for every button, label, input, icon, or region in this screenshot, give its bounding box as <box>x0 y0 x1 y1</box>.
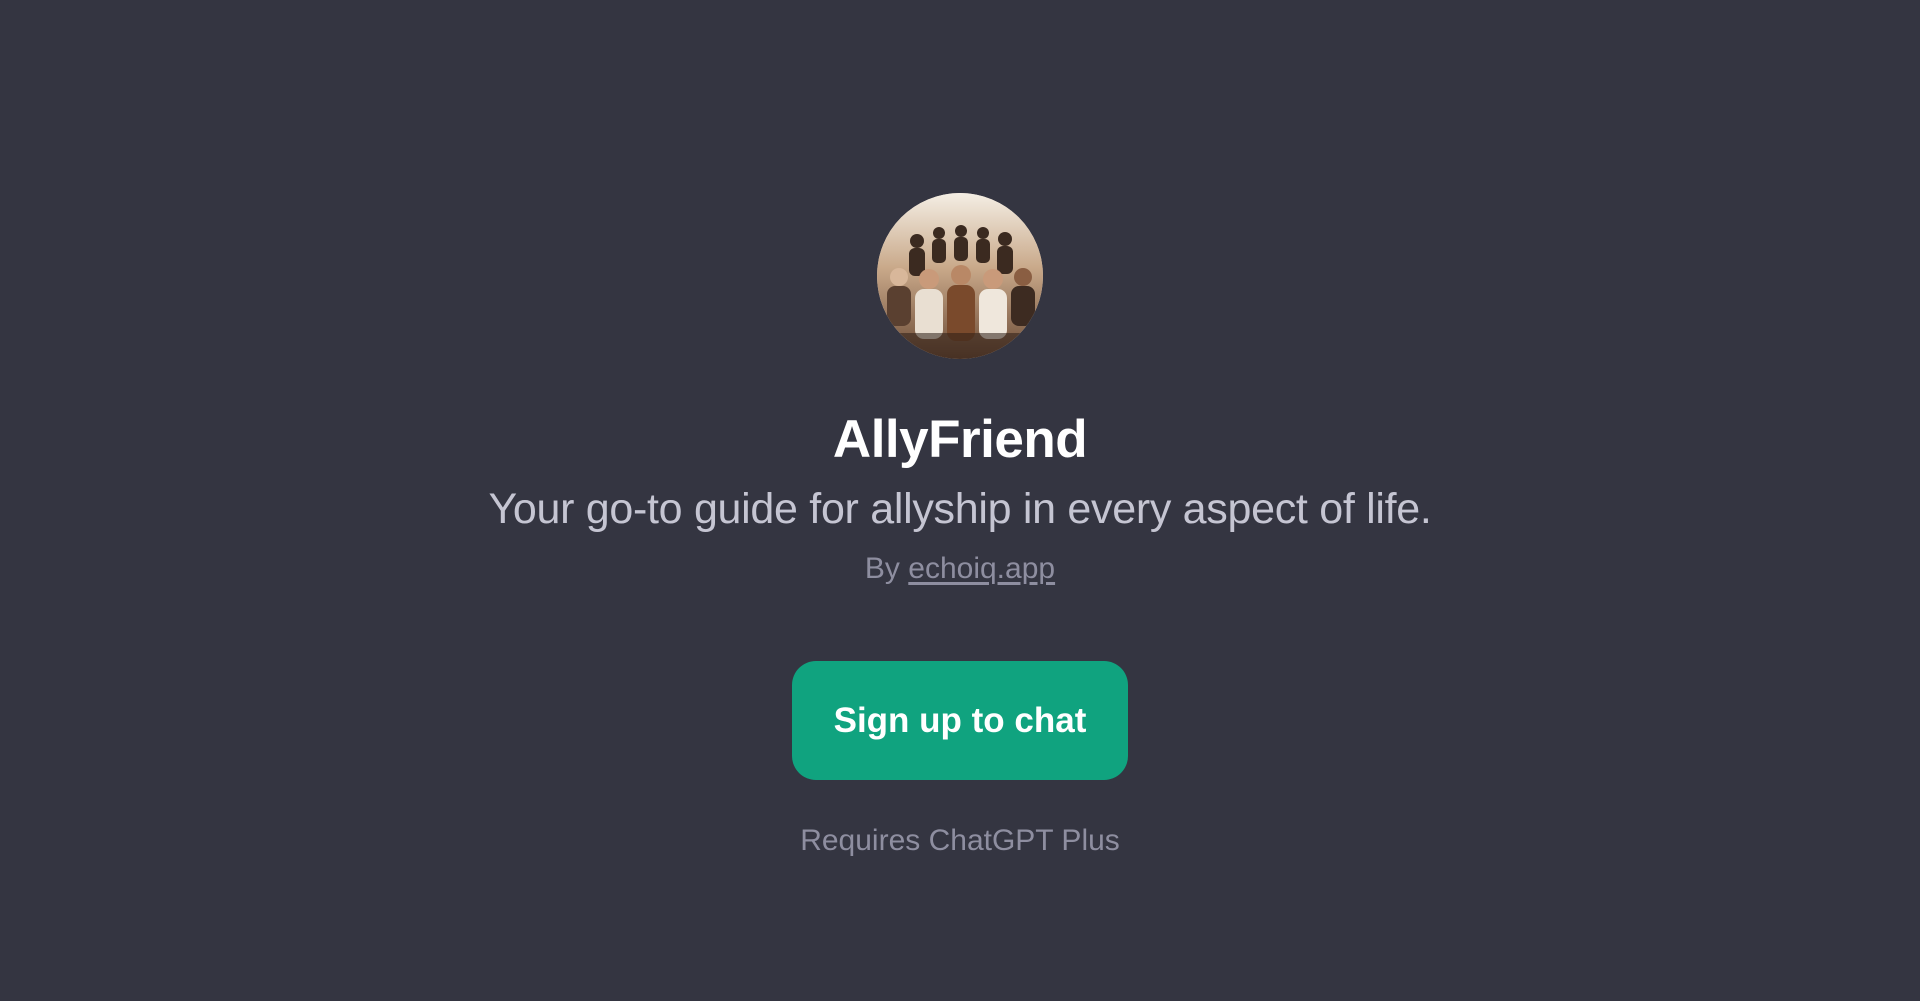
requires-plus-note: Requires ChatGPT Plus <box>800 824 1120 857</box>
gpt-title: AllyFriend <box>832 410 1088 469</box>
author-byline: By echoiq.app <box>865 550 1055 588</box>
group-photo-avatar-icon <box>877 193 1043 359</box>
gpt-landing-page: AllyFriend Your go-to guide for allyship… <box>0 0 1920 1001</box>
author-link[interactable]: echoiq.app <box>908 552 1055 585</box>
gpt-avatar <box>877 193 1043 359</box>
by-prefix: By <box>864 552 900 585</box>
sign-up-to-chat-button[interactable]: Sign up to chat <box>792 661 1128 780</box>
gpt-description: Your go-to guide for allyship in every a… <box>488 485 1432 533</box>
